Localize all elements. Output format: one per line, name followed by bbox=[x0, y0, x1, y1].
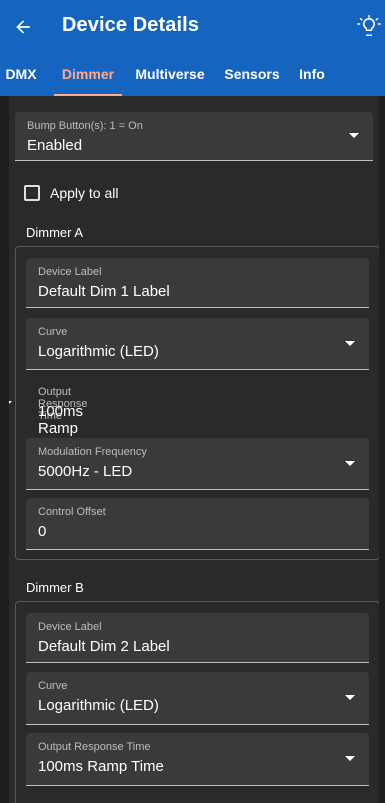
tab-dmx[interactable]: DMX bbox=[0, 52, 42, 96]
dimmer-settings-panel[interactable]: Bump Button(s): 1 = On Enabled Apply to … bbox=[9, 96, 379, 803]
field-label: Curve bbox=[38, 326, 68, 338]
tab-sensors[interactable]: Sensors bbox=[216, 52, 288, 96]
field-label: Device Label bbox=[38, 621, 102, 633]
dimmer-a-title: Dimmer A bbox=[26, 225, 84, 240]
arrow-left-icon bbox=[16, 20, 30, 34]
apply-to-all-checkbox[interactable] bbox=[24, 185, 40, 201]
tab-multiverse[interactable]: Multiverse bbox=[128, 52, 212, 96]
dropdown-caret-icon bbox=[345, 340, 355, 346]
identify-button[interactable] bbox=[354, 10, 384, 44]
field-label: Modulation Frequency bbox=[38, 446, 147, 458]
back-button[interactable] bbox=[6, 10, 40, 44]
apply-to-all-label: Apply to all bbox=[50, 185, 119, 201]
tab-info[interactable]: Info bbox=[290, 52, 334, 96]
dimmer-a-offset-field[interactable]: Control Offset 0 bbox=[26, 498, 369, 550]
dimmer-a-modulation-select[interactable]: Modulation Frequency 5000Hz - LED bbox=[26, 438, 369, 490]
dimmer-a-device-label-field[interactable]: Device Label Default Dim 1 Label bbox=[26, 258, 369, 308]
lightbulb-icon bbox=[357, 15, 381, 36]
field-value: Logarithmic (LED) bbox=[38, 343, 159, 360]
bump-button-label: Bump Button(s): 1 = On bbox=[27, 120, 143, 132]
dropdown-caret-icon bbox=[345, 695, 355, 700]
field-value: Default Dim 2 Label bbox=[38, 638, 170, 655]
field-label: Output Response Time bbox=[38, 741, 151, 753]
bump-button-select[interactable]: Bump Button(s): 1 = On Enabled bbox=[15, 112, 373, 161]
dimmer-b-group: Device Label Default Dim 2 Label Curve L… bbox=[15, 601, 379, 803]
bump-button-value: Enabled bbox=[27, 137, 83, 154]
field-value: 100ms Ramp Time bbox=[38, 758, 164, 775]
dimmer-b-title: Dimmer B bbox=[26, 580, 84, 595]
dimmer-b-device-label-field[interactable]: Device Label Default Dim 2 Label bbox=[26, 613, 369, 663]
tab-bar: DMX Dimmer Multiverse Sensors Info bbox=[0, 52, 385, 96]
field-value: Logarithmic (LED) bbox=[38, 697, 159, 714]
dimmer-a-group: Device Label Default Dim 1 Label Curve L… bbox=[9, 246, 379, 560]
apply-to-all-row[interactable]: Apply to all bbox=[24, 182, 118, 204]
tab-dimmer[interactable]: Dimmer bbox=[54, 52, 122, 96]
dimmer-b-response-select[interactable]: Output Response Time 100ms Ramp Time bbox=[26, 733, 369, 786]
field-label: Curve bbox=[38, 680, 68, 692]
field-label: Control Offset bbox=[38, 506, 106, 518]
dimmer-b-curve-select[interactable]: Curve Logarithmic (LED) bbox=[26, 672, 369, 725]
field-value: 5000Hz - LED bbox=[38, 463, 133, 480]
page-title: Device Details bbox=[62, 14, 200, 36]
dropdown-caret-icon bbox=[349, 133, 359, 138]
app-bar: Device Details DMX Dimmer Multiverse Sen… bbox=[0, 0, 385, 96]
field-value: 0 bbox=[38, 523, 47, 540]
field-value: Default Dim 1 Label bbox=[38, 283, 170, 300]
dropdown-caret-icon bbox=[345, 460, 355, 466]
dropdown-caret-icon bbox=[9, 401, 12, 406]
field-label: Device Label bbox=[38, 266, 102, 278]
dimmer-a-curve-select[interactable]: Curve Logarithmic (LED) bbox=[26, 318, 369, 370]
dropdown-caret-icon bbox=[345, 756, 355, 761]
